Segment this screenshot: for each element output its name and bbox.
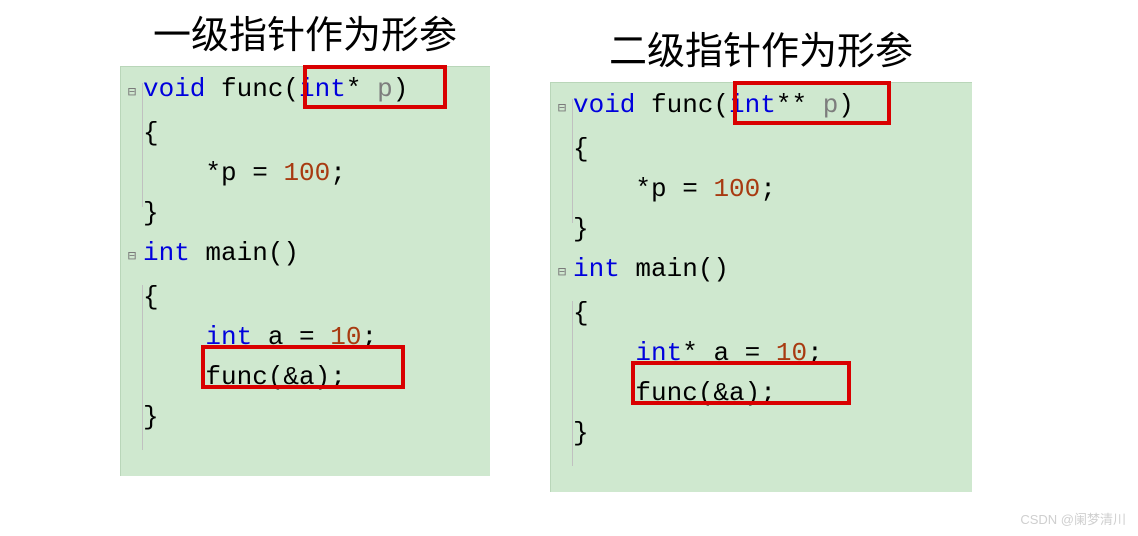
code-line-3: *p = 100; (121, 153, 462, 193)
code-line-9: func(&a); (121, 357, 462, 397)
code-line-6: ⊟ int main() (121, 233, 462, 277)
code-line-9: func(&a); (551, 373, 944, 413)
watermark: CSDN @阑梦清川 (1020, 509, 1126, 528)
code-line-7: { (551, 293, 944, 333)
code-line-8: int* a = 10; (551, 333, 944, 373)
code-line-10: } (551, 413, 944, 453)
fold-minus-icon: ⊟ (558, 89, 566, 129)
code-line-4: } (121, 193, 462, 233)
fold-minus-icon: ⊟ (558, 253, 566, 293)
fold-minus-icon: ⊟ (128, 73, 136, 113)
code-line-7: { (121, 277, 462, 317)
code-line-6: ⊟ int main() (551, 249, 944, 293)
code-line-10: } (121, 397, 462, 437)
code-line-8: int a = 10; (121, 317, 462, 357)
code-line-2: { (551, 129, 944, 169)
panel-left: 一级指针作为形参 ⊟ void func(int* p) { *p = 100;… (120, 14, 490, 492)
panel-right-title: 二级指针作为形参 (609, 30, 913, 76)
code-line-3: *p = 100; (551, 169, 944, 209)
code-line-4: } (551, 209, 944, 249)
code-block-right: ⊟ void func(int** p) { *p = 100; } ⊟ int… (550, 82, 972, 492)
code-line-2: { (121, 113, 462, 153)
code-line-1: ⊟ void func(int** p) (551, 85, 944, 129)
code-line-1: ⊟ void func(int* p) (121, 69, 462, 113)
panels-container: 一级指针作为形参 ⊟ void func(int* p) { *p = 100;… (0, 0, 1138, 492)
panel-left-title: 一级指针作为形参 (153, 14, 457, 60)
panel-right: 二级指针作为形参 ⊟ void func(int** p) { *p = 100… (550, 30, 972, 492)
code-block-left: ⊟ void func(int* p) { *p = 100; } ⊟ int … (120, 66, 490, 476)
fold-minus-icon: ⊟ (128, 237, 136, 277)
